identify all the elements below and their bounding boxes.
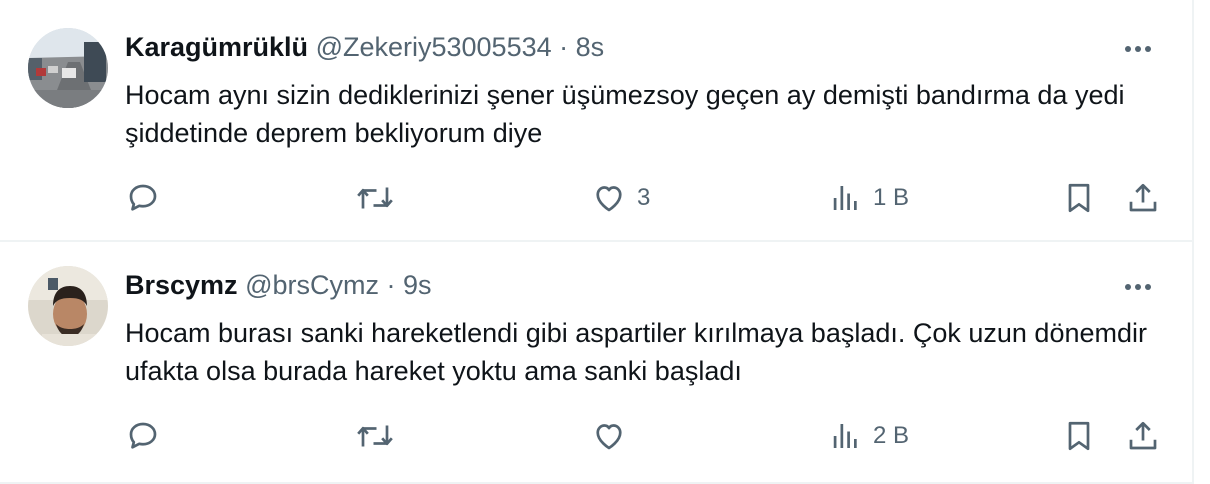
views-icon [833, 186, 857, 210]
like-button[interactable]: 3 [591, 178, 650, 218]
road-photo-icon [28, 28, 108, 108]
reply-button[interactable] [125, 416, 161, 456]
heart-icon [596, 424, 622, 450]
bookmark-button[interactable] [1061, 178, 1097, 218]
like-count: 3 [637, 184, 651, 211]
author-name[interactable]: Brscymz [125, 270, 238, 300]
author-handle[interactable]: @brsCymz [245, 270, 379, 300]
man-portrait-icon [28, 266, 108, 346]
tweet-text: Hocam aynı sizin dediklerinizi şener üşü… [125, 80, 1125, 148]
bookmark-button[interactable] [1061, 416, 1097, 456]
view-count: 2 B [873, 422, 910, 449]
avatar[interactable] [28, 28, 108, 108]
more-button[interactable] [1118, 272, 1158, 302]
tweet-feed: Karagümrüklü @Zekeriy53005534 · 8s Hocam… [0, 0, 1194, 484]
author-handle[interactable]: @Zekeriy53005534 [316, 32, 552, 62]
share-button[interactable] [1125, 178, 1161, 218]
heart-icon [596, 186, 622, 212]
tweet-text: Hocam burası sanki hareketlendi gibi asp… [125, 318, 1147, 386]
retweet-icon [357, 187, 393, 209]
tweet[interactable]: Karagümrüklü @Zekeriy53005534 · 8s Hocam… [0, 0, 1192, 242]
reply-button[interactable] [125, 178, 161, 218]
separator: · [559, 32, 569, 62]
bookmark-icon [1068, 183, 1090, 213]
retweet-icon [357, 425, 393, 447]
more-icon [1125, 284, 1151, 290]
more-icon [1125, 46, 1151, 52]
retweet-button[interactable] [355, 416, 395, 456]
author-name[interactable]: Karagümrüklü [125, 32, 308, 62]
tweet[interactable]: Brscymz @brsCymz · 9s Hocam burası sanki… [0, 242, 1192, 484]
views-button[interactable]: 1 B [827, 178, 909, 218]
views-button[interactable]: 2 B [827, 416, 909, 456]
avatar[interactable] [28, 266, 108, 346]
reply-icon [129, 184, 157, 211]
more-button[interactable] [1118, 34, 1158, 64]
view-count: 1 B [873, 184, 910, 211]
tweet-actions: 3 1 B [125, 178, 1165, 218]
share-icon [1129, 421, 1157, 450]
reply-icon [129, 422, 157, 449]
timestamp[interactable]: 8s [576, 32, 605, 62]
tweet-actions: 2 B [125, 416, 1165, 456]
share-button[interactable] [1125, 416, 1161, 456]
views-icon [833, 424, 857, 448]
timestamp[interactable]: 9s [403, 270, 432, 300]
retweet-button[interactable] [355, 178, 395, 218]
tweet-header: Karagümrüklü @Zekeriy53005534 · 8s [125, 32, 604, 62]
bookmark-icon [1068, 421, 1090, 451]
separator: · [386, 270, 396, 300]
tweet-header: Brscymz @brsCymz · 9s [125, 270, 432, 300]
share-icon [1129, 183, 1157, 212]
like-button[interactable] [591, 416, 637, 456]
